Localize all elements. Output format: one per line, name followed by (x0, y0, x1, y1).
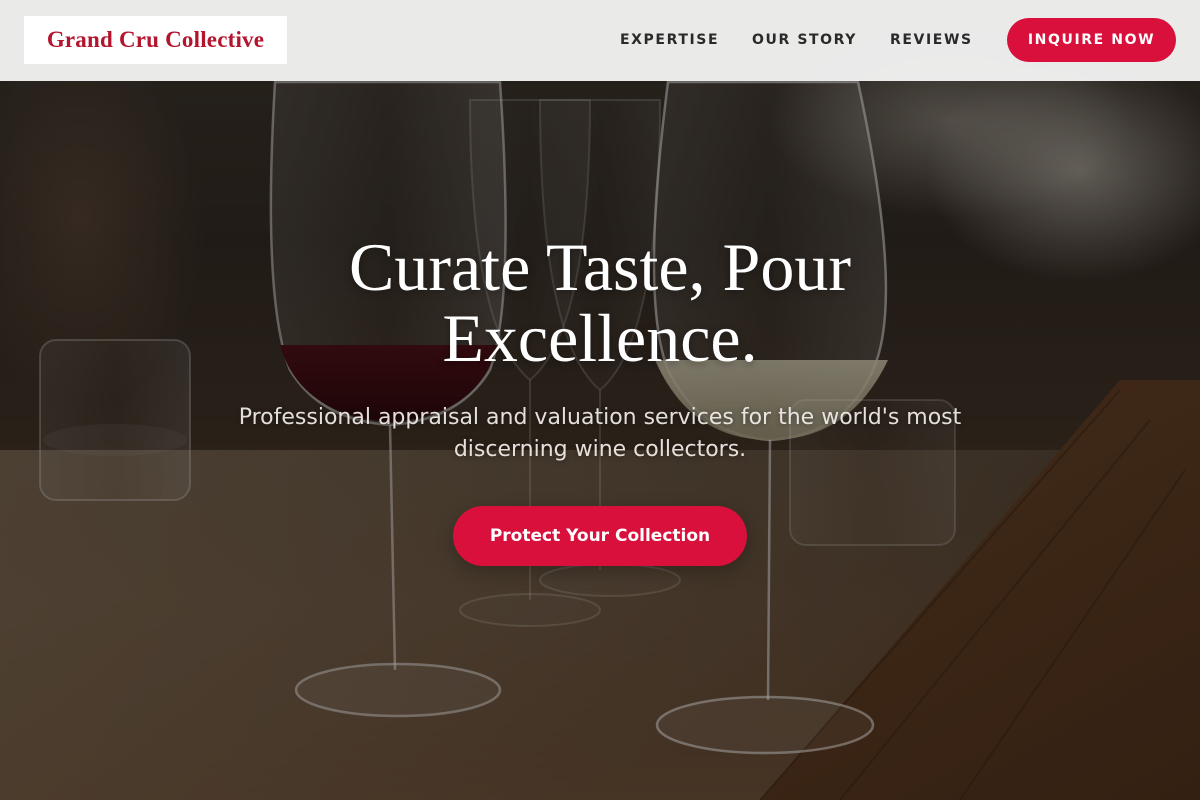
nav-link-our-story[interactable]: OUR STORY (752, 32, 857, 48)
hero-section: Curate Taste, Pour Excellence. Professio… (0, 0, 1200, 800)
inquire-now-button[interactable]: INQUIRE NOW (1007, 18, 1176, 62)
landing-page: Grand Cru Collective EXPERTISE OUR STORY… (0, 0, 1200, 800)
nav-link-reviews[interactable]: REVIEWS (890, 32, 973, 48)
hero-headline: Curate Taste, Pour Excellence. (349, 229, 851, 376)
hero-subheadline: Professional appraisal and valuation ser… (238, 405, 962, 462)
brand-logo[interactable]: Grand Cru Collective (24, 16, 287, 64)
protect-collection-button[interactable]: Protect Your Collection (453, 506, 747, 566)
nav-link-expertise[interactable]: EXPERTISE (620, 32, 719, 48)
site-header: Grand Cru Collective EXPERTISE OUR STORY… (0, 0, 1200, 81)
